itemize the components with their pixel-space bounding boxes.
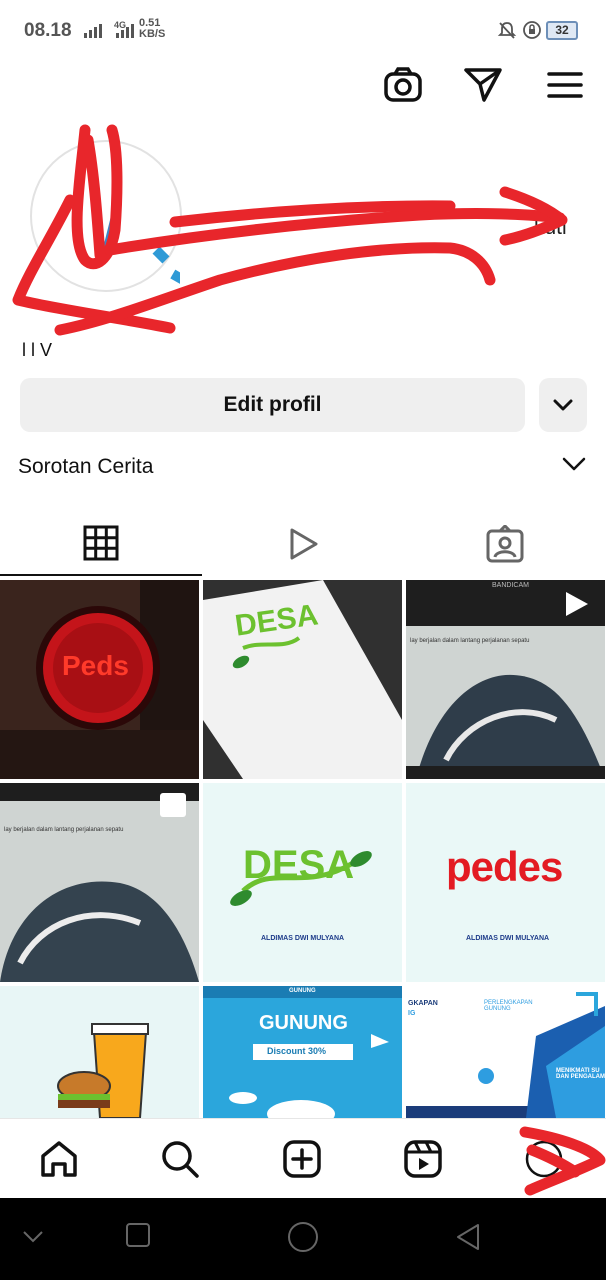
profile-avatar-icon bbox=[525, 1140, 563, 1178]
post-text: IG bbox=[408, 1010, 416, 1017]
signal-icon bbox=[84, 22, 102, 38]
tagged-icon bbox=[486, 525, 524, 563]
chevron-down-icon[interactable] bbox=[562, 456, 586, 472]
reels-play-icon bbox=[290, 528, 318, 560]
following-label: kuti bbox=[534, 216, 567, 239]
nav-search[interactable] bbox=[152, 1131, 208, 1187]
post-thumbnail[interactable]: DESA bbox=[203, 580, 402, 779]
hide-nav-icon[interactable] bbox=[22, 1230, 44, 1244]
status-bar: 08.18 4G 0.51 KB/S 32 bbox=[0, 0, 606, 62]
profile-avatar[interactable] bbox=[30, 140, 186, 292]
bottom-navigation bbox=[0, 1118, 606, 1198]
nav-create[interactable] bbox=[274, 1131, 330, 1187]
system-navigation-bar bbox=[0, 1198, 606, 1280]
post-thumbnail[interactable]: lay berjalan dalam lantang perjalanan se… bbox=[0, 783, 199, 982]
nav-reels[interactable] bbox=[395, 1131, 451, 1187]
discover-people-button[interactable] bbox=[539, 378, 587, 432]
data-saver-icon bbox=[523, 21, 541, 39]
post-logo: pedes bbox=[446, 843, 563, 890]
story-highlights-label: Sorotan Cerita bbox=[18, 455, 154, 478]
post-text: BANDICAM bbox=[492, 582, 529, 589]
recents-icon[interactable] bbox=[125, 1222, 151, 1248]
post-text: PERLENGKAPAN GUNUNG bbox=[484, 1000, 533, 1012]
post-text: ALDIMAS DWI MULYANA bbox=[466, 935, 550, 942]
search-icon bbox=[162, 1141, 199, 1178]
post-text: MENIKMATI SU DAN PENGALAM bbox=[556, 1068, 605, 1080]
post-thumbnail[interactable] bbox=[0, 986, 199, 1118]
post-text: lay berjalan dalam lantang perjalanan se… bbox=[410, 638, 530, 644]
grid-icon bbox=[83, 525, 119, 561]
post-text: lay berjalan dalam lantang perjalanan se… bbox=[4, 827, 124, 833]
nav-profile[interactable] bbox=[516, 1131, 572, 1187]
tab-posts-grid[interactable] bbox=[0, 512, 202, 576]
tab-reels[interactable] bbox=[202, 512, 404, 576]
menu-icon[interactable] bbox=[544, 64, 586, 106]
create-icon bbox=[283, 1140, 321, 1178]
post-thumbnail[interactable]: GUNUNG GUNUNG Discount 30% bbox=[203, 986, 402, 1118]
post-thumbnail[interactable]: GKAPAN IG PERLENGKAPAN GUNUNG MENIKMATI … bbox=[406, 986, 605, 1118]
direct-message-icon[interactable] bbox=[462, 64, 504, 106]
chevron-down-icon bbox=[553, 399, 573, 411]
post-thumbnail[interactable]: pedes ALDIMAS DWI MULYANA bbox=[406, 783, 605, 982]
mute-icon bbox=[497, 22, 517, 39]
camera-icon[interactable] bbox=[382, 64, 424, 106]
post-title: GUNUNG bbox=[259, 1012, 348, 1034]
profile-name: l l V bbox=[22, 340, 53, 360]
post-text: Peds bbox=[62, 650, 129, 681]
status-time: 08.18 bbox=[24, 20, 72, 41]
home-icon bbox=[41, 1141, 77, 1177]
battery-icon: 32 bbox=[546, 21, 578, 40]
post-thumbnail[interactable]: Peds bbox=[0, 580, 199, 779]
tab-tagged[interactable] bbox=[404, 512, 606, 576]
post-text: GKAPAN bbox=[408, 1000, 438, 1007]
back-icon[interactable] bbox=[454, 1222, 482, 1252]
network-speed: 0.51 KB/S bbox=[139, 17, 166, 40]
edit-profile-button[interactable]: Edit profil bbox=[20, 378, 525, 432]
signal-icon-2 bbox=[116, 22, 134, 38]
post-text: ALDIMAS DWI MULYANA bbox=[261, 935, 345, 942]
reels-icon bbox=[404, 1140, 442, 1178]
home-system-icon[interactable] bbox=[286, 1220, 320, 1254]
post-thumbnail[interactable]: BANDICAM lay berjalan dalam lantang perj… bbox=[406, 580, 605, 779]
nav-home[interactable] bbox=[31, 1131, 87, 1187]
post-text: GUNUNG bbox=[289, 988, 316, 994]
post-logo: DESA bbox=[243, 843, 355, 887]
post-badge: Discount 30% bbox=[267, 1046, 327, 1056]
post-thumbnail[interactable]: DESA ALDIMAS DWI MULYANA bbox=[203, 783, 402, 982]
